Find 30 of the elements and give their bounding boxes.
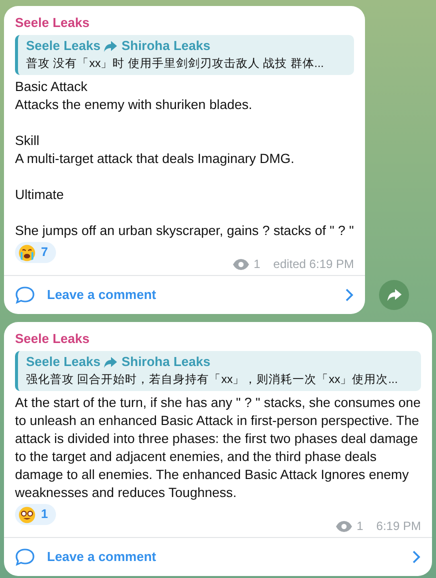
reaction-chip[interactable]: 7 (15, 242, 56, 263)
share-button[interactable] (379, 280, 409, 310)
view-count: 1 (254, 256, 260, 273)
quote-text: 普攻 没有「xx」时 使用手里剑剑刃攻击敌人 战技 群体... (26, 56, 325, 72)
forward-arrow-icon (104, 356, 118, 368)
author-name: Seele Leaks (15, 330, 90, 348)
comment-button[interactable]: Leave a comment (4, 538, 432, 576)
forward-arrow-icon (104, 40, 118, 52)
message-text: At the start of the turn, if she has any " ? " stacks, she consumes one to unleash an enhanced Basic Attack in first-person perspective. The attack is divided into three phases: the first two phases deal damage to the target and adjacent enemies, and the third phase deals damage to all enemies. The enhanced Basic Attack Ignores enemy weaknesses and reduces Toughness. (15, 394, 421, 502)
comment-icon (15, 548, 35, 566)
chevron-right-icon (345, 288, 354, 302)
quote-target: Shiroha Leaks (121, 353, 210, 371)
nerd-face-icon (18, 506, 36, 524)
author-name: Seele Leaks (15, 14, 90, 32)
crying-face-icon (18, 244, 36, 262)
eye-icon (336, 520, 352, 532)
message-time: edited 6:19 PM (273, 256, 354, 273)
quote-target: Shiroha Leaks (121, 37, 210, 55)
message-time: 6:19 PM (376, 518, 421, 535)
comment-icon (15, 286, 35, 304)
quote-source: Seele Leaks (26, 37, 100, 55)
quote-text: 强化普攻 回合开始时，若自身持有「xx」，则消耗一次「xx」使用次... (26, 372, 399, 388)
comment-button[interactable]: Leave a comment (4, 276, 365, 314)
share-arrow-icon (386, 289, 402, 301)
eye-icon (232, 258, 249, 270)
view-count: 1 (356, 518, 364, 535)
message-text: Basic Attack Attacks the enemy with shuriken blades. Skill A multi-target attack that deals Imaginary DMG. Ultimate She jumps off an urban skyscraper, gains ? stacks of " ? " (15, 78, 354, 240)
quote-source: Seele Leaks (26, 353, 100, 371)
chevron-right-icon (412, 550, 421, 564)
reaction-chip[interactable]: 1 (15, 504, 56, 525)
